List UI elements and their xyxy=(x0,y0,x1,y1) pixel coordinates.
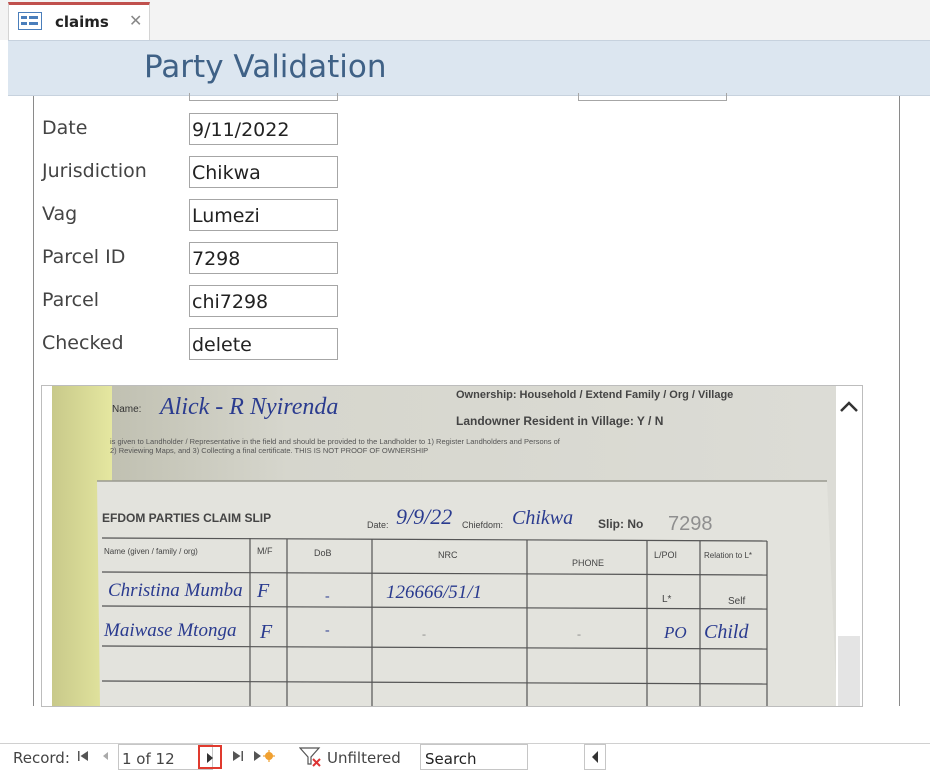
resident-text: Landowner Resident in Village: Y / N xyxy=(456,414,663,428)
row2-relation: Child xyxy=(704,621,749,643)
col-lpoi: L/POI xyxy=(654,550,677,560)
handwritten-name: Alick - R Nyirenda xyxy=(158,394,338,420)
parcel-field[interactable]: chi7298 xyxy=(189,285,338,317)
col-name: Name (given / family / org) xyxy=(104,547,198,556)
col-dob: DoB xyxy=(314,548,332,558)
row1-dob: - xyxy=(325,589,330,604)
first-record-icon[interactable] xyxy=(74,746,92,766)
record-navigation-bar: Record: 1 of 12 Unfiltered Search xyxy=(0,743,930,771)
chevron-up-icon[interactable] xyxy=(838,396,860,418)
page-title: Party Validation xyxy=(144,49,387,85)
form-border-left xyxy=(33,96,34,706)
row1-nrc: 126666/51/1 xyxy=(386,582,482,603)
previous-record-icon[interactable] xyxy=(96,746,114,766)
row1-name: Christina Mumba xyxy=(108,580,243,601)
slip-label: Slip: No xyxy=(598,517,643,531)
date-field[interactable]: 9/11/2022 xyxy=(189,113,338,145)
claim-slip-photo: Name: Alick - R Nyirenda Ownership: Hous… xyxy=(42,386,837,706)
date-label: Date xyxy=(42,117,88,139)
filter-status[interactable]: Unfiltered xyxy=(327,749,401,767)
partial-field-box[interactable] xyxy=(578,93,727,101)
row2-nrc: - xyxy=(422,627,426,641)
hw-chiefdom: Chikwa xyxy=(512,507,573,529)
col-relation: Relation to L* xyxy=(704,551,752,560)
last-record-icon[interactable] xyxy=(229,746,247,766)
col-phone: PHONE xyxy=(572,558,604,568)
row2-dob: - xyxy=(325,623,330,638)
row2-name: Maiwase Mtonga xyxy=(103,620,236,641)
jurisdiction-label: Jurisdiction xyxy=(42,160,147,182)
next-record-button[interactable] xyxy=(198,745,222,769)
scroll-left-button[interactable] xyxy=(584,744,606,770)
col-nrc: NRC xyxy=(438,550,458,560)
col-mf: M/F xyxy=(257,546,273,556)
name-prefix: Name: xyxy=(112,404,141,415)
row2-lpoi: PO xyxy=(663,623,687,642)
form-header: Party Validation xyxy=(8,40,930,96)
ownership-text: Ownership: Household / Extend Family / O… xyxy=(456,389,733,401)
notice-line-2: 2) Reviewing Maps, and 3) Collecting a f… xyxy=(110,446,428,455)
search-input[interactable]: Search xyxy=(420,744,528,770)
attachment-scrollbar[interactable] xyxy=(836,386,862,706)
document-tab-strip: claims ✕ xyxy=(0,0,930,40)
row2-phone: - xyxy=(577,627,581,641)
vag-field[interactable]: Lumezi xyxy=(189,199,338,231)
parcel-id-label: Parcel ID xyxy=(42,246,126,268)
checked-label: Checked xyxy=(42,332,124,354)
row2-mf: F xyxy=(259,621,273,643)
parcel-label: Parcel xyxy=(42,289,100,311)
form-icon xyxy=(18,12,42,30)
attachment-control[interactable]: Name: Alick - R Nyirenda Ownership: Hous… xyxy=(41,385,863,707)
slip-title: EFDOM PARTIES CLAIM SLIP xyxy=(102,511,271,525)
partial-field-box[interactable] xyxy=(189,93,338,101)
checked-field[interactable]: delete xyxy=(189,328,338,360)
chiefdom-label: Chiefdom: xyxy=(462,520,503,530)
vag-label: Vag xyxy=(42,203,78,225)
scroll-thumb[interactable] xyxy=(838,636,860,706)
hw-date: 9/9/22 xyxy=(396,504,452,529)
row1-relation: Self xyxy=(728,596,745,607)
row1-lpoi: L* xyxy=(662,594,672,605)
close-icon[interactable]: ✕ xyxy=(129,11,142,30)
row1-mf: F xyxy=(256,580,270,602)
parcel-id-field[interactable]: 7298 xyxy=(189,242,338,274)
new-record-icon[interactable] xyxy=(252,746,278,766)
tab-claims[interactable]: claims ✕ xyxy=(8,2,150,40)
jurisdiction-field[interactable]: Chikwa xyxy=(189,156,338,188)
filter-icon[interactable] xyxy=(298,746,324,767)
slip-number: 7298 xyxy=(668,513,713,535)
notice-line-1: is given to Landholder / Representative … xyxy=(110,437,561,446)
form-border-right xyxy=(899,96,900,706)
date-label-photo: Date: xyxy=(367,520,389,530)
record-label: Record: xyxy=(13,749,70,767)
tab-label: claims xyxy=(55,13,109,31)
